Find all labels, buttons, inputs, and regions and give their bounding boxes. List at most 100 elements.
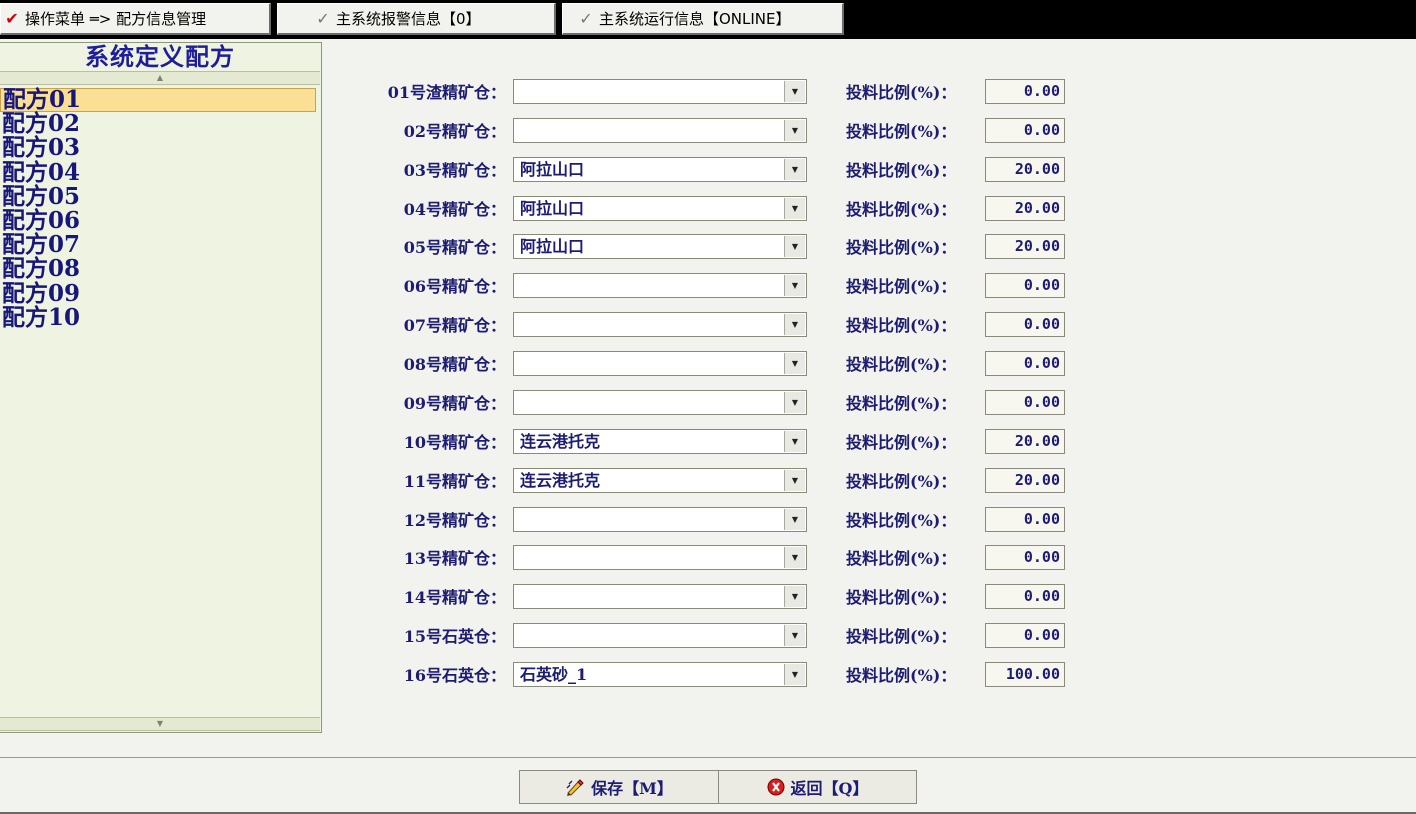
material-select[interactable]: ▼: [513, 584, 807, 610]
material-select[interactable]: 阿拉山口 ▼: [513, 234, 807, 260]
bin-label: 05号精矿仓：: [403, 238, 506, 258]
bin-row: 03号精矿仓： 阿拉山口 ▼ 投料比例(%)： 20.00: [0, 156, 1100, 184]
pencil-icon: [565, 778, 585, 796]
ratio-label: 投料比例(%)：: [846, 510, 957, 530]
ratio-input[interactable]: 0.00: [985, 584, 1065, 610]
dropdown-arrow-icon[interactable]: ▼: [784, 275, 805, 297]
material-select[interactable]: ▼: [513, 312, 807, 338]
ratio-input[interactable]: 100.00: [985, 662, 1065, 688]
ratio-input[interactable]: 0.00: [985, 623, 1065, 649]
scroll-down-button[interactable]: ▼: [0, 717, 320, 731]
material-select[interactable]: ▼: [513, 389, 807, 415]
bin-row: 06号精矿仓： ▼ 投料比例(%)： 0.00: [0, 273, 1100, 300]
dropdown-arrow-icon[interactable]: ▼: [784, 664, 805, 686]
ratio-label: 投料比例(%)：: [846, 588, 957, 608]
bin-row: 14号精矿仓： ▼ 投料比例(%)： 0.00: [0, 584, 1100, 611]
tab-label: 主系统运行信息【ONLINE】: [599, 10, 791, 28]
ratio-input[interactable]: 0.00: [985, 389, 1065, 415]
bin-label: 06号精矿仓：: [403, 277, 506, 297]
bin-label: 13号精矿仓：: [403, 549, 506, 569]
dropdown-arrow-icon[interactable]: ▼: [784, 158, 805, 180]
ratio-input[interactable]: 0.00: [985, 273, 1065, 299]
ratio-input[interactable]: 20.00: [985, 195, 1065, 221]
bin-label: 11号精矿仓：: [403, 471, 506, 491]
material-select[interactable]: 连云港托克 ▼: [513, 428, 807, 454]
stop-icon: [767, 778, 785, 796]
bin-label: 03号精矿仓：: [403, 160, 506, 180]
bin-row: 15号石英仓： ▼ 投料比例(%)： 0.00: [0, 623, 1100, 650]
dropdown-arrow-icon[interactable]: ▼: [784, 236, 805, 258]
ratio-label: 投料比例(%)：: [846, 277, 957, 297]
bin-row: 04号精矿仓： 阿拉山口 ▼ 投料比例(%)： 20.00: [0, 195, 1100, 223]
chevron-down-icon: ▼: [156, 719, 164, 728]
ratio-label: 投料比例(%)：: [846, 549, 957, 569]
bin-row: 02号精矿仓： ▼ 投料比例(%)： 0.00: [0, 117, 1100, 145]
bin-label: 07号精矿仓：: [403, 316, 506, 336]
bin-row: 16号石英仓： 石英砂_1 ▼ 投料比例(%)： 100.00: [0, 662, 1100, 689]
material-select[interactable]: ▼: [513, 506, 807, 532]
dropdown-arrow-icon[interactable]: ▼: [784, 119, 805, 141]
dropdown-arrow-icon[interactable]: ▼: [784, 81, 805, 102]
save-button[interactable]: 保存【M】: [519, 770, 719, 804]
material-select[interactable]: 石英砂_1 ▼: [513, 662, 807, 688]
bin-label: 15号石英仓：: [403, 627, 506, 647]
bin-label: 04号精矿仓：: [403, 199, 506, 219]
material-select[interactable]: ▼: [513, 351, 807, 377]
material-value: 连云港托克: [520, 470, 601, 490]
material-select[interactable]: 阿拉山口 ▼: [513, 195, 807, 221]
dropdown-arrow-icon[interactable]: ▼: [784, 197, 805, 219]
material-select[interactable]: 连云港托克 ▼: [513, 467, 807, 493]
dropdown-arrow-icon[interactable]: ▼: [784, 547, 805, 569]
material-select[interactable]: ▼: [513, 117, 807, 143]
tab-run-info[interactable]: ✓ 主系统运行信息【ONLINE】: [562, 3, 844, 35]
bin-label: 08号精矿仓：: [403, 355, 506, 375]
bin-label: 10号精矿仓：: [403, 432, 506, 452]
ratio-label: 投料比例(%)：: [846, 83, 957, 102]
ratio-input[interactable]: 0.00: [985, 506, 1065, 532]
dropdown-arrow-icon[interactable]: ▼: [784, 586, 805, 608]
bin-label: 12号精矿仓：: [403, 510, 506, 530]
ratio-input[interactable]: 0.00: [985, 117, 1065, 143]
ratio-input[interactable]: 20.00: [985, 156, 1065, 182]
ratio-input[interactable]: 20.00: [985, 428, 1065, 454]
dropdown-arrow-icon[interactable]: ▼: [784, 625, 805, 647]
bin-label: 02号精矿仓：: [403, 121, 506, 141]
material-select[interactable]: 阿拉山口 ▼: [513, 156, 807, 182]
bin-row: 07号精矿仓： ▼ 投料比例(%)： 0.00: [0, 312, 1100, 339]
tab-recipe-management[interactable]: ✔ 操作菜单 ═> 配方信息管理: [0, 3, 271, 35]
material-value: 连云港托克: [520, 431, 601, 451]
ratio-label: 投料比例(%)：: [846, 238, 957, 258]
material-value: 阿拉山口: [520, 237, 585, 257]
ratio-label: 投料比例(%)：: [846, 393, 957, 413]
ratio-input[interactable]: 0.00: [985, 545, 1065, 571]
recipe-list-title: 系统定义配方: [85, 42, 235, 71]
ratio-input[interactable]: 20.00: [985, 467, 1065, 493]
tab-label: 主系统报警信息【0】: [336, 10, 481, 28]
tab-label: 操作菜单 ═> 配方信息管理: [25, 10, 207, 28]
ratio-label: 投料比例(%)：: [846, 471, 957, 491]
material-select[interactable]: ▼: [513, 545, 807, 571]
checkmark-icon: ✔: [5, 9, 19, 28]
material-select[interactable]: ▼: [513, 79, 807, 104]
dropdown-arrow-icon[interactable]: ▼: [784, 353, 805, 375]
dropdown-arrow-icon[interactable]: ▼: [784, 430, 805, 452]
material-select[interactable]: ▼: [513, 623, 807, 649]
save-button-label: 保存【M】: [591, 779, 673, 798]
ratio-input[interactable]: 0.00: [985, 312, 1065, 338]
top-tab-bar: ✔ 操作菜单 ═> 配方信息管理 ✓ 主系统报警信息【0】 ✓ 主系统运行信息【…: [0, 0, 1416, 39]
ratio-input[interactable]: 20.00: [985, 234, 1065, 260]
ratio-input[interactable]: 0.00: [985, 351, 1065, 377]
ratio-label: 投料比例(%)：: [846, 432, 957, 452]
back-button[interactable]: 返回【Q】: [718, 770, 917, 804]
material-select[interactable]: ▼: [513, 273, 807, 299]
checkmark-icon: ✓: [579, 9, 593, 28]
dropdown-arrow-icon[interactable]: ▼: [784, 508, 805, 530]
tab-alarm-info[interactable]: ✓ 主系统报警信息【0】: [277, 3, 556, 35]
bin-row: 09号精矿仓： ▼ 投料比例(%)： 0.00: [0, 389, 1100, 417]
dropdown-arrow-icon[interactable]: ▼: [784, 469, 805, 491]
dropdown-arrow-icon[interactable]: ▼: [784, 391, 805, 413]
dropdown-arrow-icon[interactable]: ▼: [784, 314, 805, 336]
ratio-input[interactable]: 0.00: [985, 79, 1065, 104]
ratio-label: 投料比例(%)：: [846, 316, 957, 336]
bin-row: 11号精矿仓： 连云港托克 ▼ 投料比例(%)： 20.00: [0, 467, 1100, 495]
